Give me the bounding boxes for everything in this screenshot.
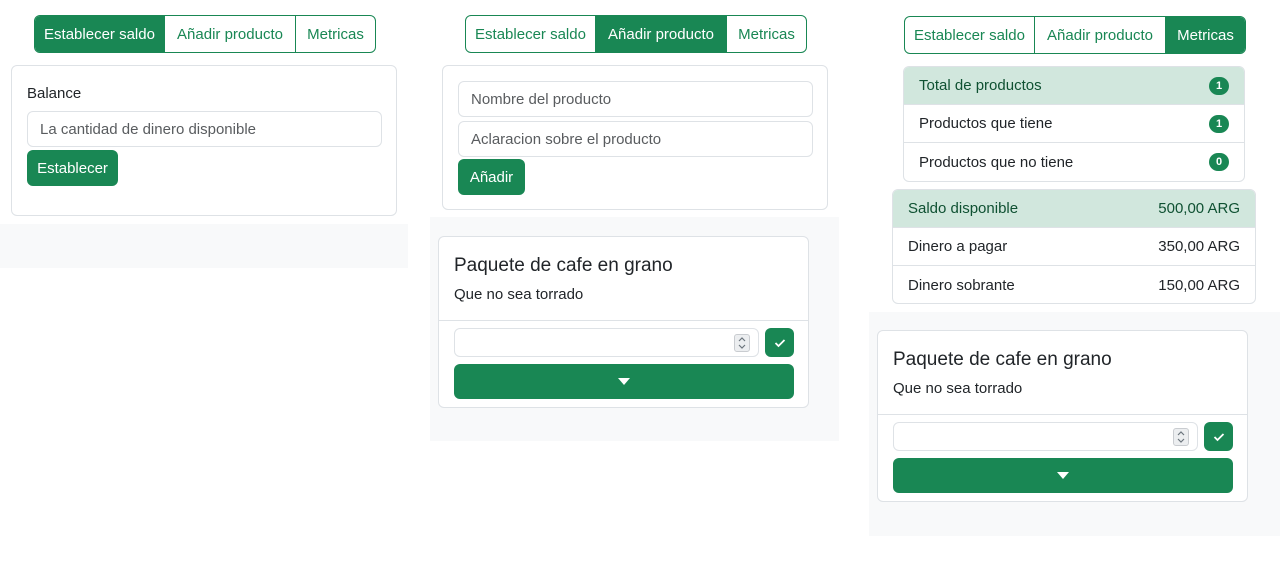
list-item-saldo-disponible: Saldo disponible 500,00 ARG xyxy=(893,190,1255,228)
list-item-dinero-a-pagar: Dinero a pagar 350,00 ARG xyxy=(893,228,1255,266)
product-card: Paquete de cafe en grano Que no sea torr… xyxy=(438,236,809,408)
tab-establecer-saldo[interactable]: Establecer saldo xyxy=(905,17,1035,53)
product-divider xyxy=(439,320,808,321)
confirm-check-button[interactable] xyxy=(765,328,794,357)
tab-group-3: Establecer saldo Añadir producto Metrica… xyxy=(904,16,1246,54)
anadir-button[interactable]: Añadir xyxy=(458,159,525,195)
balance-card: Balance La cantidad de dinero disponible… xyxy=(11,65,397,216)
count-badge: 1 xyxy=(1209,76,1229,95)
check-icon xyxy=(774,338,785,347)
tab-anadir-producto[interactable]: Añadir producto xyxy=(165,16,296,52)
spinner-icon[interactable] xyxy=(1173,428,1189,446)
item-value: 350,00 ARG xyxy=(1158,238,1240,255)
panel-1-background xyxy=(0,224,408,268)
tab-group-1: Establecer saldo Añadir producto Metrica… xyxy=(34,15,376,53)
quantity-input[interactable] xyxy=(893,422,1198,451)
item-label: Saldo disponible xyxy=(908,200,1019,217)
expand-button[interactable] xyxy=(454,364,794,399)
tab-group-2: Establecer saldo Añadir producto Metrica… xyxy=(465,15,807,53)
expand-button[interactable] xyxy=(893,458,1233,493)
product-title: Paquete de cafe en grano xyxy=(893,349,1112,370)
caret-down-icon xyxy=(1057,471,1069,479)
confirm-check-button[interactable] xyxy=(1204,422,1233,451)
caret-down-icon xyxy=(618,377,630,385)
check-icon xyxy=(1213,432,1224,441)
spinner-icon[interactable] xyxy=(734,334,750,352)
list-item-productos-que-no-tiene: Productos que no tiene 0 xyxy=(904,143,1244,181)
item-label: Dinero sobrante xyxy=(908,276,1015,294)
product-name-input[interactable]: Nombre del producto xyxy=(458,81,813,117)
tab-establecer-saldo[interactable]: Establecer saldo xyxy=(35,16,165,52)
tab-establecer-saldo[interactable]: Establecer saldo xyxy=(466,16,596,52)
quantity-input[interactable] xyxy=(454,328,759,357)
tab-metricas[interactable]: Metricas xyxy=(296,16,375,52)
product-subtitle: Que no sea torrado xyxy=(454,286,584,303)
list-item-dinero-sobrante: Dinero sobrante 150,00 ARG xyxy=(893,266,1255,303)
tab-metricas[interactable]: Metricas xyxy=(1166,17,1245,53)
item-value: 500,00 ARG xyxy=(1158,200,1240,217)
tab-anadir-producto[interactable]: Añadir producto xyxy=(1035,17,1166,53)
product-subtitle: Que no sea torrado xyxy=(893,380,1023,397)
product-card: Paquete de cafe en grano Que no sea torr… xyxy=(877,330,1248,502)
product-description-input[interactable]: Aclaracion sobre el producto xyxy=(458,121,813,157)
count-badge: 0 xyxy=(1209,153,1229,171)
product-title: Paquete de cafe en grano xyxy=(454,255,673,276)
establecer-button[interactable]: Establecer xyxy=(27,150,118,186)
item-label: Productos que tiene xyxy=(919,115,1053,132)
count-badge: 1 xyxy=(1209,114,1229,133)
product-count-list: Total de productos 1 Productos que tiene… xyxy=(903,66,1245,182)
balance-label: Balance xyxy=(27,85,82,102)
item-label: Dinero a pagar xyxy=(908,238,1008,255)
tab-metricas[interactable]: Metricas xyxy=(727,16,806,52)
balance-input[interactable]: La cantidad de dinero disponible xyxy=(27,111,382,147)
add-product-card: Nombre del producto Aclaracion sobre el … xyxy=(442,65,828,210)
item-label: Total de productos xyxy=(919,77,1042,94)
list-item-productos-que-tiene: Productos que tiene 1 xyxy=(904,105,1244,143)
tab-anadir-producto[interactable]: Añadir producto xyxy=(596,16,727,52)
product-divider xyxy=(878,414,1247,415)
item-label: Productos que no tiene xyxy=(919,153,1074,171)
money-summary-list: Saldo disponible 500,00 ARG Dinero a pag… xyxy=(892,189,1256,304)
item-value: 150,00 ARG xyxy=(1158,276,1240,294)
list-item-total-productos: Total de productos 1 xyxy=(904,67,1244,105)
